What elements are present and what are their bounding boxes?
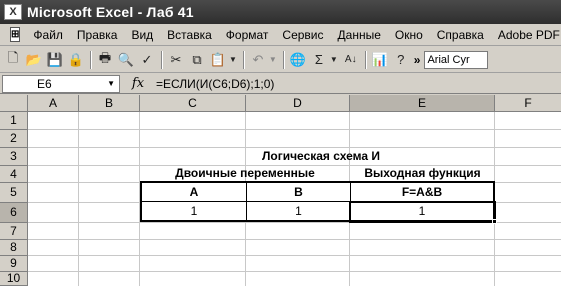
- toolbar-separator: [282, 50, 285, 69]
- gridline: [28, 255, 561, 256]
- menu-tools[interactable]: Сервис: [275, 28, 330, 42]
- menu-view[interactable]: Вид: [124, 28, 160, 42]
- excel-icon[interactable]: X: [4, 4, 22, 20]
- column-header-b[interactable]: B: [79, 95, 140, 112]
- row-header-9[interactable]: 9: [0, 256, 28, 272]
- column-header-e[interactable]: E: [350, 95, 495, 112]
- row-header-2[interactable]: 2: [0, 130, 28, 148]
- row-header-8[interactable]: 8: [0, 240, 28, 256]
- menu-file[interactable]: Файл: [26, 28, 70, 42]
- new-icon[interactable]: 🗋: [3, 50, 23, 70]
- row-header-5[interactable]: 5: [0, 183, 28, 203]
- row-header-10[interactable]: 10: [0, 272, 28, 286]
- row-header-3[interactable]: 3: [0, 148, 28, 166]
- menu-window[interactable]: Окно: [388, 28, 430, 42]
- insert-function-icon[interactable]: fx: [120, 76, 156, 91]
- row-header-1[interactable]: 1: [0, 112, 28, 130]
- autosum-dropdown-icon[interactable]: ▼: [330, 55, 338, 64]
- gridline: [28, 239, 561, 240]
- name-box[interactable]: E6 ▼: [2, 74, 120, 93]
- sheet-title: Логическая схема И: [261, 149, 381, 163]
- menu-edit[interactable]: Правка: [70, 28, 125, 42]
- menu-help[interactable]: Справка: [430, 28, 491, 42]
- column-header-d[interactable]: D: [246, 95, 350, 112]
- toolbar-separator: [90, 50, 92, 69]
- undo-dropdown-icon[interactable]: ▼: [269, 55, 277, 64]
- print-preview-icon[interactable]: 🔍: [116, 50, 136, 70]
- header-binary-variables: Двоичные переменные: [175, 166, 315, 180]
- menu-data[interactable]: Данные: [331, 28, 388, 42]
- toolbar-separator: [161, 50, 163, 69]
- fill-handle[interactable]: [492, 219, 497, 224]
- gridline: [28, 271, 561, 272]
- cell-c5[interactable]: A: [140, 181, 247, 202]
- window-title: Microsoft Excel - Лаб 41: [27, 4, 194, 20]
- gridline: [78, 112, 79, 286]
- open-icon[interactable]: 📂: [24, 50, 44, 70]
- column-header-a[interactable]: A: [28, 95, 79, 112]
- cell-c6[interactable]: 1: [140, 201, 247, 222]
- cell-d6[interactable]: 1: [246, 201, 351, 222]
- chevron-down-icon[interactable]: ▼: [107, 79, 115, 88]
- copy-icon[interactable]: ⧉: [187, 50, 207, 70]
- row-header-4[interactable]: 4: [0, 166, 28, 183]
- toolbar-separator: [242, 50, 245, 69]
- permission-icon[interactable]: 🔒: [66, 50, 86, 70]
- gridline: [28, 129, 561, 130]
- spelling-icon[interactable]: ✓: [137, 50, 157, 70]
- menu-insert[interactable]: Вставка: [160, 28, 219, 42]
- standard-toolbar: 🗋 📂 💾 🔒 🖶 🔍 ✓ ✂ ⧉ 📋 ▼ ↶ ▼ 🌐 Σ ▼ A↓ 📊 ? »…: [0, 47, 561, 73]
- cut-icon[interactable]: ✂: [166, 50, 186, 70]
- active-cell-selection: [349, 201, 496, 223]
- toolbar-overflow-icon[interactable]: »: [414, 53, 421, 67]
- save-icon[interactable]: 💾: [45, 50, 65, 70]
- cell-e5[interactable]: F=A&B: [350, 181, 495, 202]
- menu-bar: ⊞ Файл Правка Вид Вставка Формат Сервис …: [0, 24, 561, 46]
- column-header-c[interactable]: C: [140, 95, 246, 112]
- row-header-6[interactable]: 6: [0, 203, 28, 223]
- header-output-function: Выходная функция: [364, 166, 481, 180]
- paste-icon[interactable]: 📋: [208, 50, 228, 70]
- help-icon[interactable]: ?: [391, 50, 411, 70]
- hyperlink-icon[interactable]: 🌐: [288, 50, 308, 70]
- paste-dropdown-icon[interactable]: ▼: [229, 55, 237, 64]
- chart-wizard-icon[interactable]: 📊: [370, 50, 390, 70]
- select-all-button[interactable]: [0, 95, 28, 112]
- menu-adobe-pdf[interactable]: Adobe PDF: [491, 28, 561, 42]
- name-box-value: E6: [37, 76, 52, 91]
- undo-icon[interactable]: ↶: [248, 50, 268, 70]
- toolbar-separator: [364, 50, 367, 69]
- column-header-f[interactable]: F: [495, 95, 561, 112]
- worksheet-grid[interactable]: A B C D E F 1 2 3 4 5 6 7 8 9 10 Логичес…: [0, 95, 561, 286]
- print-icon[interactable]: 🖶: [95, 50, 115, 70]
- row-header-7[interactable]: 7: [0, 223, 28, 240]
- workbook-icon[interactable]: ⊞: [10, 27, 21, 42]
- gridline: [28, 147, 561, 148]
- cell-d5[interactable]: B: [246, 181, 351, 202]
- menu-format[interactable]: Формат: [219, 28, 276, 42]
- title-bar: X Microsoft Excel - Лаб 41: [0, 0, 561, 24]
- formula-bar: E6 ▼ fx =ЕСЛИ(И(C6;D6);1;0): [0, 74, 561, 94]
- formula-input[interactable]: =ЕСЛИ(И(C6;D6);1;0): [156, 77, 274, 91]
- font-name-field[interactable]: Arial Cyr: [424, 50, 489, 69]
- autosum-icon[interactable]: Σ: [309, 50, 329, 70]
- sort-ascending-icon[interactable]: A↓: [341, 50, 361, 70]
